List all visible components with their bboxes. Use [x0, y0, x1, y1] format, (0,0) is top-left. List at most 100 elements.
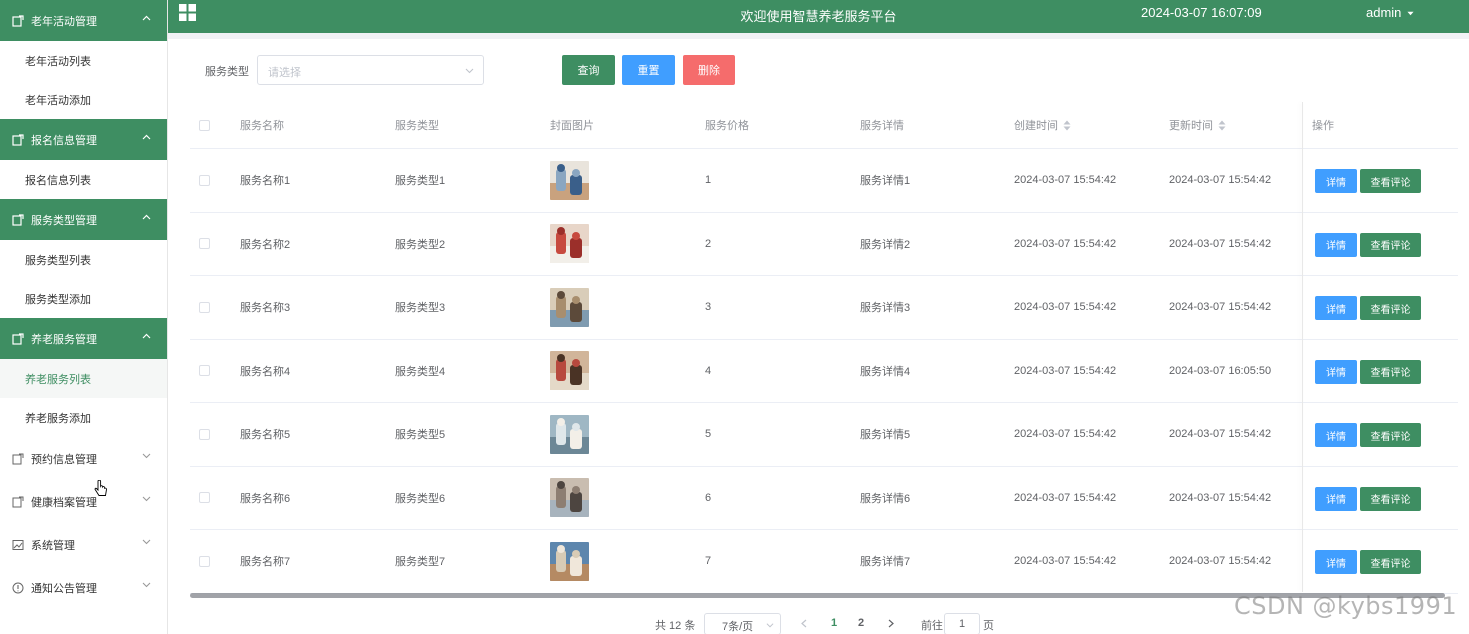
menu-item-elder-service-list[interactable]: 养老服务列表	[0, 359, 167, 398]
menu-group-activity[interactable]: 老年活动管理	[0, 0, 167, 41]
cover-image[interactable]	[550, 414, 589, 454]
cover-image[interactable]	[550, 478, 589, 518]
cell-updated: 2024-03-07 15:54:42	[1169, 428, 1272, 441]
menu-item-activity-list[interactable]: 老年活动列表	[0, 41, 167, 80]
cell-price: 7	[705, 555, 712, 568]
prev-page-icon[interactable]	[800, 619, 808, 628]
menu-item-activity-add[interactable]: 老年活动添加	[0, 80, 167, 119]
user-menu[interactable]: admin	[1366, 5, 1414, 20]
cell-price: 5	[705, 428, 712, 441]
cover-image[interactable]	[550, 287, 589, 327]
cover-image[interactable]	[550, 541, 589, 581]
column-header-detail: 服务详情	[860, 120, 904, 132]
cover-image[interactable]	[550, 351, 589, 391]
table-row: 服务名称7 服务类型7 7 服务详情7 2024-03-07 15:54:42 2024-…	[190, 530, 1458, 594]
chevron-down-icon	[142, 451, 151, 460]
username: admin	[1366, 5, 1402, 20]
row-checkbox[interactable]	[199, 174, 210, 186]
row-checkbox[interactable]	[199, 428, 210, 440]
menu-item-elder-service-add[interactable]: 养老服务添加	[0, 398, 167, 437]
menu-group-health[interactable]: 健康档案管理	[0, 480, 167, 523]
chevron-up-icon	[142, 133, 151, 142]
detail-button[interactable]: 详情	[1315, 423, 1357, 447]
row-checkbox[interactable]	[199, 365, 210, 377]
cell-name: 服务名称4	[240, 365, 291, 378]
menu-group-service-type[interactable]: 服务类型管理	[0, 199, 167, 240]
top-header: 欢迎使用智慧养老服务平台 2024-03-07 16:07:09 admin	[168, 0, 1469, 33]
menu-item-service-type-list[interactable]: 服务类型列表	[0, 240, 167, 279]
cell-detail: 服务详情1	[860, 175, 911, 188]
menu-group-label: 健康档案管理	[31, 496, 97, 509]
menu-group-elder-service[interactable]: 养老服务管理	[0, 318, 167, 359]
view-comments-button[interactable]: 查看评论	[1360, 296, 1421, 320]
view-comments-button[interactable]: 查看评论	[1360, 486, 1421, 511]
row-checkbox[interactable]	[199, 301, 210, 313]
cell-created: 2024-03-07 15:54:42	[1014, 428, 1117, 441]
view-comments-button[interactable]: 查看评论	[1360, 550, 1421, 574]
row-checkbox[interactable]	[199, 492, 210, 504]
page-number-1[interactable]: 1	[831, 617, 837, 629]
menu-group-system[interactable]: 系统管理	[0, 523, 167, 566]
reset-button[interactable]: 重置	[622, 55, 675, 85]
menu-group-signup[interactable]: 报名信息管理	[0, 119, 167, 160]
row-checkbox[interactable]	[199, 238, 210, 250]
cell-name: 服务名称1	[240, 175, 291, 188]
cell-updated: 2024-03-07 15:54:42	[1169, 174, 1272, 187]
detail-button[interactable]: 详情	[1315, 296, 1357, 320]
filter-label: 服务类型	[205, 66, 249, 78]
cell-type: 服务类型6	[395, 492, 446, 505]
header-datetime: 2024-03-07 16:07:09	[1141, 5, 1262, 20]
detail-button[interactable]: 详情	[1315, 232, 1357, 257]
service-table: 服务名称 服务类型 封面图片 服务价格 服务详情 创建时间 更新时间 操作 服务…	[190, 102, 1458, 594]
table-row: 服务名称2 服务类型2 2 服务详情2 2024-03-07 15:54:42 2024-…	[190, 213, 1458, 276]
menu-group-booking[interactable]: 预约信息管理	[0, 437, 167, 480]
column-header-name: 服务名称	[240, 120, 284, 132]
view-comments-button[interactable]: 查看评论	[1360, 232, 1421, 257]
row-checkbox[interactable]	[199, 555, 210, 567]
query-button[interactable]: 查询	[562, 55, 615, 85]
cell-type: 服务类型3	[395, 302, 446, 315]
detail-button[interactable]: 详情	[1315, 359, 1357, 384]
menu-group-label: 报名信息管理	[31, 134, 97, 147]
caret-down-icon	[1407, 11, 1414, 16]
column-header-updated[interactable]: 更新时间	[1169, 102, 1226, 148]
cell-updated: 2024-03-07 15:54:42	[1169, 491, 1272, 504]
page-number-2[interactable]: 2	[858, 617, 864, 629]
detail-button[interactable]: 详情	[1315, 550, 1357, 574]
menu-item-signup-list[interactable]: 报名信息列表	[0, 160, 167, 199]
page-size-select[interactable]: 7条/页	[704, 613, 781, 634]
sort-icon[interactable]	[1063, 120, 1071, 131]
header-title: 欢迎使用智慧养老服务平台	[740, 9, 897, 24]
delete-button[interactable]: 删除	[683, 55, 735, 85]
goto-page-input[interactable]: 1	[944, 613, 980, 634]
sort-icon[interactable]	[1218, 120, 1226, 131]
chevron-up-icon	[142, 14, 151, 23]
column-header-created-label: 创建时间	[1014, 120, 1058, 132]
cell-detail: 服务详情7	[860, 556, 911, 569]
view-comments-button[interactable]: 查看评论	[1360, 359, 1421, 384]
cell-type: 服务类型2	[395, 238, 446, 251]
menu-group-notice[interactable]: 通知公告管理	[0, 566, 167, 609]
cell-price: 1	[705, 174, 712, 187]
next-page-icon[interactable]	[887, 619, 895, 628]
cell-created: 2024-03-07 15:54:42	[1014, 174, 1117, 187]
cell-type: 服务类型5	[395, 429, 446, 442]
view-comments-button[interactable]: 查看评论	[1360, 169, 1421, 193]
column-header-created[interactable]: 创建时间	[1014, 102, 1071, 148]
sidebar: 老年活动管理 老年活动列表 老年活动添加 报名信息管理 报名信息列表 服务类型管…	[0, 0, 168, 634]
goto-label: 前往	[921, 620, 943, 632]
detail-button[interactable]: 详情	[1315, 486, 1357, 511]
detail-button[interactable]: 详情	[1315, 169, 1357, 193]
select-all-checkbox[interactable]	[199, 119, 210, 131]
column-header-price: 服务价格	[705, 120, 749, 132]
column-header-actions: 操作	[1312, 120, 1334, 132]
chevron-down-icon	[142, 494, 151, 503]
chevron-up-icon	[142, 213, 151, 222]
view-comments-button[interactable]: 查看评论	[1360, 423, 1421, 447]
cover-image[interactable]	[550, 224, 589, 264]
cell-name: 服务名称2	[240, 238, 291, 251]
menu-item-service-type-add[interactable]: 服务类型添加	[0, 279, 167, 318]
cover-image[interactable]	[550, 160, 589, 200]
cell-name: 服务名称7	[240, 556, 291, 569]
service-type-select[interactable]: 请选择	[257, 55, 484, 85]
